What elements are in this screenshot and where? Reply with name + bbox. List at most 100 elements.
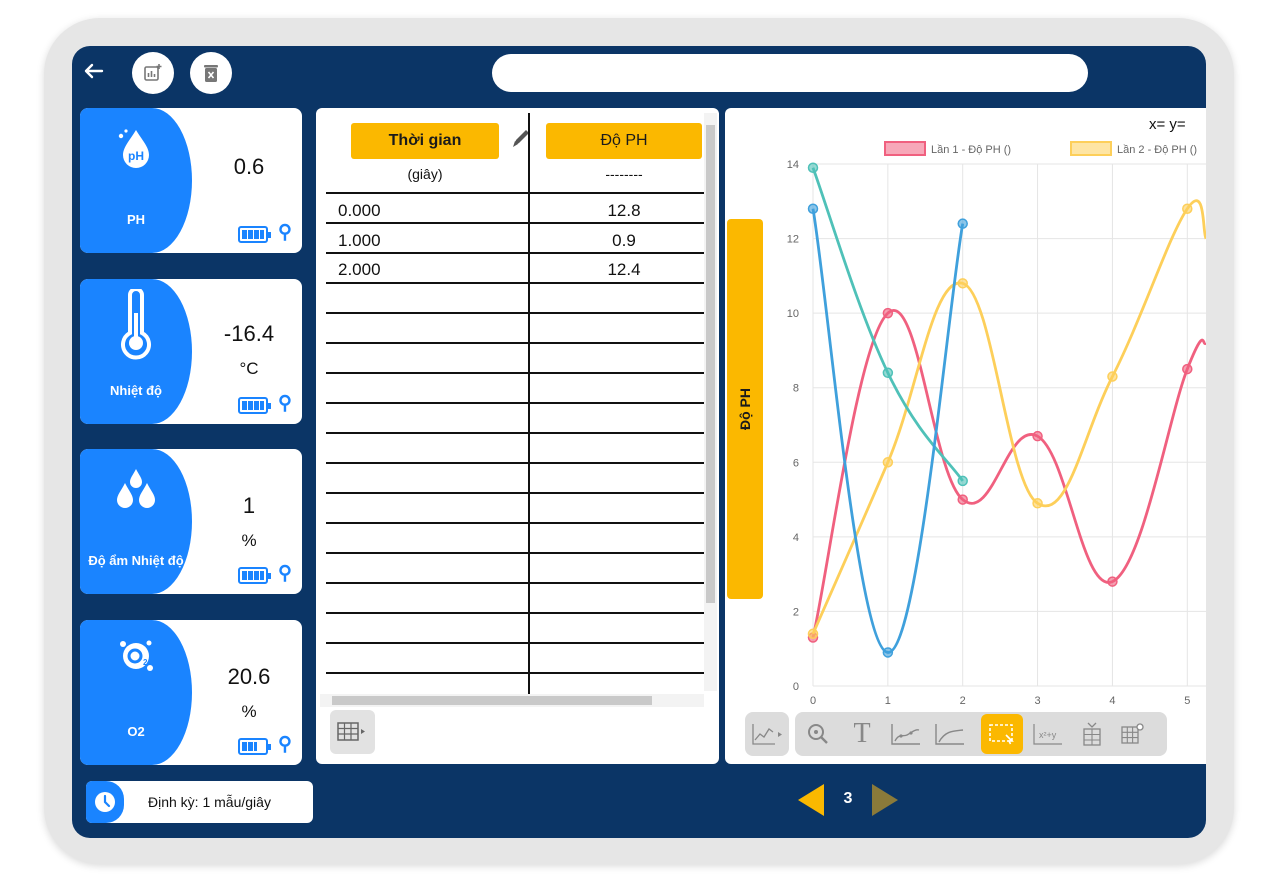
row-divider: [326, 672, 704, 674]
table-cell-ph[interactable]: 0.9: [546, 231, 702, 251]
column-statistics-icon[interactable]: [1071, 714, 1113, 754]
table-grid-icon: [337, 722, 365, 741]
select-region-icon[interactable]: [981, 714, 1023, 754]
sensor-value: 0.6: [233, 154, 265, 179]
previous-page-icon[interactable]: [796, 782, 826, 823]
data-point: [882, 647, 894, 658]
sampling-period-button[interactable]: Định kỳ: 1 mẫu/giây: [86, 781, 313, 823]
row-divider: [326, 402, 704, 404]
row-divider: [326, 372, 704, 374]
column-divider: [528, 113, 530, 695]
chart-type-button[interactable]: [745, 712, 789, 756]
sampling-period-label: Định kỳ: 1 mẫu/giây: [148, 794, 271, 810]
battery-icon: [238, 397, 271, 414]
scrollbar-thumb[interactable]: [706, 125, 715, 603]
app-screen: pH PH 0.6 ⚲ Nhiệt độ -16.4 °C ⚲ Độ ẩm Nh…: [72, 46, 1206, 838]
x-tick-label: 2: [960, 695, 966, 707]
sensor-name: PH: [126, 212, 146, 227]
y-tick-label: 10: [787, 308, 799, 320]
data-point: [957, 218, 968, 229]
row-divider: [326, 492, 704, 494]
page-number: 3: [843, 790, 853, 807]
row-divider: [326, 342, 704, 344]
usb-icon: ⚲: [278, 393, 292, 414]
data-point: [1182, 363, 1193, 375]
y-tick-label: 2: [793, 606, 799, 618]
table-cell-time[interactable]: 2.000: [338, 260, 381, 280]
y-tick-label: 14: [787, 159, 799, 171]
sensor-card-o2[interactable]: 2 O2 20.6 % ⚲: [80, 620, 302, 765]
column-unit-ph: --------: [605, 166, 643, 182]
sensor-card-temperature[interactable]: Nhiệt độ -16.4 °C ⚲: [80, 279, 302, 424]
data-point: [807, 162, 819, 173]
row-divider: [326, 642, 704, 644]
table-settings-icon[interactable]: [1111, 714, 1153, 754]
data-point: [882, 457, 894, 468]
row-divider: [326, 612, 704, 614]
svg-text:pH: pH: [128, 149, 144, 163]
line-chart[interactable]: 024681012140 1 2 3 4 5Lần 1 - Độ PH () Lần 2 -…: [725, 108, 1206, 708]
add-chart-icon: [144, 64, 162, 81]
back-arrow-icon[interactable]: [80, 60, 106, 86]
zoom-icon[interactable]: [797, 714, 839, 754]
usb-icon: ⚲: [278, 734, 292, 755]
vertical-scrollbar[interactable]: [704, 113, 717, 691]
sensor-unit: %: [241, 531, 257, 550]
trash-icon: [204, 65, 218, 82]
legend-swatch: [1070, 141, 1112, 156]
legend-label: Lần 1 - Độ PH (): [931, 144, 1011, 156]
x-tick-label: 5: [1184, 695, 1190, 707]
delete-button[interactable]: [190, 52, 232, 94]
sensor-name: Độ ẩm Nhiệt độ: [88, 553, 184, 568]
data-point: [957, 278, 968, 289]
next-page-icon[interactable]: [870, 782, 900, 823]
sensor-card-humidity[interactable]: Độ ẩm Nhiệt độ 1 % ⚲: [80, 449, 302, 594]
column-header-time[interactable]: Thời gian: [351, 123, 499, 159]
line-chart-icon: [752, 724, 782, 745]
text-annotation-icon[interactable]: T: [841, 714, 883, 754]
row-divider: [326, 582, 704, 584]
battery-icon: [238, 567, 271, 584]
data-point: [1107, 576, 1118, 587]
add-chart-button[interactable]: [132, 52, 174, 94]
row-divider: [326, 462, 704, 464]
table-options-button[interactable]: [330, 710, 375, 754]
data-point: [882, 367, 894, 379]
row-divider: [326, 552, 704, 554]
horizontal-scrollbar[interactable]: [320, 694, 704, 707]
data-table-panel: Thời gian (giây) Độ PH -------- 0.000 12…: [316, 108, 719, 764]
sensor-name: Nhiệt độ: [110, 383, 162, 398]
row-divider: [326, 192, 704, 194]
battery-icon: [238, 738, 271, 755]
clock-icon: [86, 781, 124, 823]
data-point: [1182, 203, 1193, 214]
data-point: [1032, 430, 1043, 442]
data-point: [957, 494, 968, 505]
o2-icon: 2: [80, 634, 192, 685]
x-tick-label: 1: [885, 695, 891, 707]
data-point: [1107, 371, 1118, 382]
table-cell-ph[interactable]: 12.4: [546, 260, 702, 280]
data-point: [882, 307, 894, 319]
table-cell-time[interactable]: 0.000: [338, 201, 381, 221]
x-tick-label: 4: [1109, 695, 1115, 707]
column-header-ph[interactable]: Độ PH: [546, 123, 702, 159]
y-tick-label: 12: [787, 234, 799, 246]
y-tick-label: 4: [793, 532, 799, 544]
legend-swatch: [884, 141, 926, 156]
curve-fit-icon[interactable]: [929, 714, 971, 754]
y-tick-label: 6: [793, 457, 799, 469]
scrollbar-thumb[interactable]: [332, 696, 652, 705]
table-cell-time[interactable]: 1.000: [338, 231, 381, 251]
trendline-icon[interactable]: [885, 714, 927, 754]
table-cell-ph[interactable]: 12.8: [546, 201, 702, 221]
sensor-value: 20.6: [227, 664, 271, 689]
row-divider: [326, 312, 704, 314]
title-input[interactable]: [492, 54, 1088, 92]
battery-icon: [238, 226, 271, 243]
svg-text:x²+y: x²+y: [1039, 730, 1057, 740]
formula-icon[interactable]: x²+y: [1027, 714, 1069, 754]
sensor-card-ph[interactable]: pH PH 0.6 ⚲: [80, 108, 302, 253]
x-tick-label: 3: [1035, 695, 1041, 707]
sensor-unit: %: [241, 702, 257, 721]
